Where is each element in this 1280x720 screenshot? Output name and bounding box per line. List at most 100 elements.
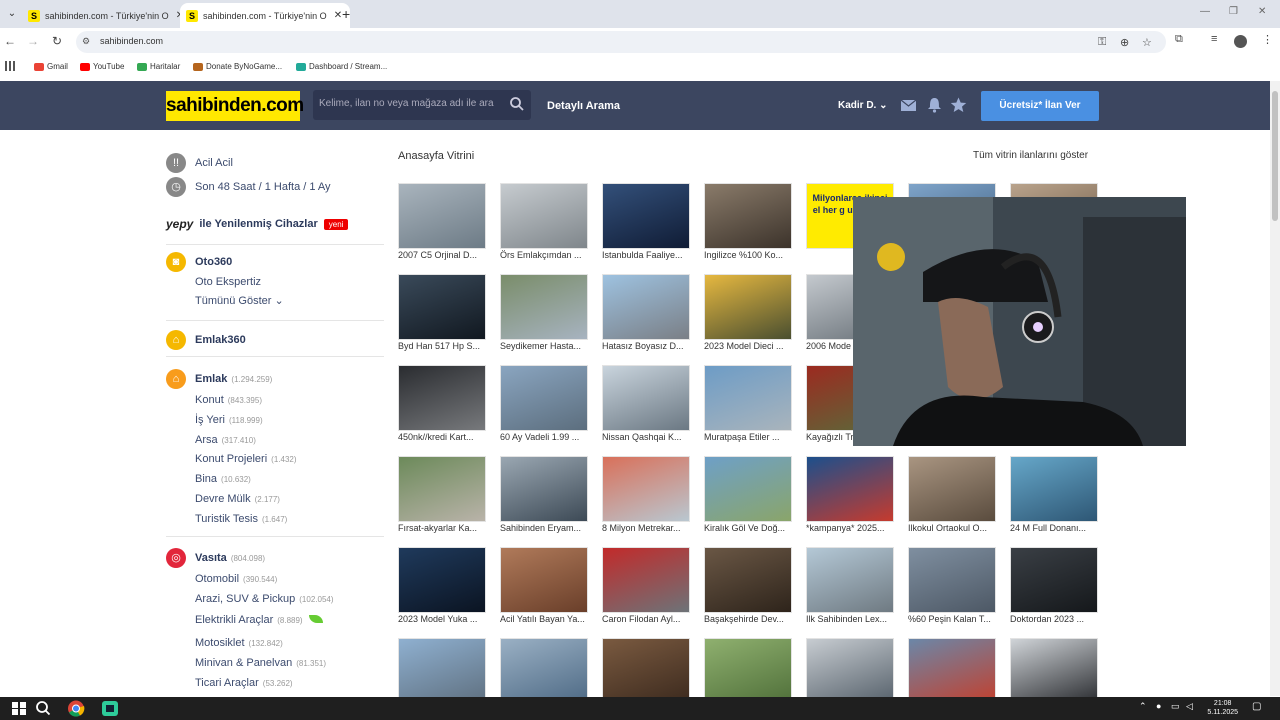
site-logo[interactable]: sahibinden.com <box>166 91 304 121</box>
listing-card[interactable]: 60 Ay Vadeli 1.99 ... <box>500 365 588 445</box>
listing-card[interactable]: Muratpaşa Etiler ... <box>704 365 792 445</box>
listing-thumbnail[interactable] <box>908 547 996 613</box>
extensions-icon[interactable]: ⧉ <box>1175 33 1183 46</box>
volume-icon[interactable]: ◁ <box>1186 701 1193 712</box>
browser-tab[interactable]: S sahibinden.com - Türkiye'nin O ✕ <box>22 3 192 28</box>
subcategory-otomobil[interactable]: Otomobil (390.544) <box>195 573 277 585</box>
listing-thumbnail[interactable] <box>602 274 690 340</box>
listing-thumbnail[interactable] <box>1010 456 1098 522</box>
bookmark-maps[interactable]: Haritalar <box>137 62 180 71</box>
bookmark-gmail[interactable]: Gmail <box>34 62 68 71</box>
category-vasita[interactable]: ◎ Vasıta (804.098) <box>166 548 265 568</box>
listing-caption[interactable]: Başakşehirde Dev... <box>704 614 798 624</box>
listing-card[interactable]: %60 Peşin Kalan T... <box>908 547 996 627</box>
listing-thumbnail[interactable] <box>1010 638 1098 704</box>
emlak360-link[interactable]: ⌂ Emlak360 <box>166 330 246 350</box>
chrome-icon[interactable] <box>67 700 85 717</box>
subcategory-minivan[interactable]: Minivan & Panelvan (81.351) <box>195 657 326 669</box>
post-listing-button[interactable]: Ücretsiz* İlan Ver <box>981 91 1099 121</box>
mail-icon[interactable] <box>900 97 917 113</box>
listing-caption[interactable]: Acil Yatılı Bayan Ya... <box>500 614 594 624</box>
browser-tab-active[interactable]: S sahibinden.com - Türkiye'nin O ✕ <box>180 3 350 28</box>
subcategory-konut[interactable]: Konut (843.395) <box>195 394 262 406</box>
subcategory-motosiklet[interactable]: Motosiklet (132.842) <box>195 637 283 649</box>
password-key-icon[interactable]: ⚿ <box>1098 36 1106 49</box>
listing-caption[interactable]: *kampanya* 2025... <box>806 523 900 533</box>
listing-card[interactable]: Nissan Qashqai K... <box>602 365 690 445</box>
subcategory-ticari[interactable]: Ticari Araçlar (53.262) <box>195 677 293 689</box>
media-icon[interactable]: ≡ <box>1211 33 1217 45</box>
network-icon[interactable]: ▭ <box>1171 701 1180 712</box>
bookmark-dashboard[interactable]: Dashboard / Stream... <box>296 62 387 71</box>
listing-card[interactable]: 450nk//kredi Kart... <box>398 365 486 445</box>
listing-thumbnail[interactable] <box>398 274 486 340</box>
recent-link[interactable]: ◷ Son 48 Saat / 1 Hafta / 1 Ay <box>166 177 331 197</box>
listing-card[interactable]: 2023 Model Yuka ... <box>398 547 486 627</box>
listing-thumbnail[interactable] <box>602 638 690 704</box>
listing-card[interactable]: Seydikemer Hasta... <box>500 274 588 354</box>
listing-thumbnail[interactable] <box>500 638 588 704</box>
microphone-icon[interactable]: ● <box>1156 701 1161 711</box>
listing-thumbnail[interactable] <box>398 456 486 522</box>
taskbar-clock[interactable]: 21:08 5.11.2025 <box>1207 699 1238 717</box>
apps-grid-icon[interactable] <box>5 61 15 71</box>
listing-thumbnail[interactable] <box>602 456 690 522</box>
listing-thumbnail[interactable] <box>398 365 486 431</box>
listing-caption[interactable]: Örs Emlakçımdan ... <box>500 250 594 260</box>
listing-thumbnail[interactable] <box>602 365 690 431</box>
subcategory-turistik-tesis[interactable]: Turistik Tesis (1.647) <box>195 513 287 525</box>
bookmark-star-icon[interactable]: ☆ <box>1142 36 1152 49</box>
listing-caption[interactable]: 2023 Model Dieci ... <box>704 341 798 351</box>
tray-chevron-icon[interactable]: ⌃ <box>1139 701 1147 712</box>
listing-card[interactable]: 24 M Full Donanı... <box>1010 456 1098 536</box>
listing-caption[interactable]: 60 Ay Vadeli 1.99 ... <box>500 432 594 442</box>
listing-card[interactable]: *kampanya* 2025... <box>806 456 894 536</box>
minimize-icon[interactable]: — <box>1200 6 1210 17</box>
listing-thumbnail[interactable] <box>704 274 792 340</box>
listing-caption[interactable]: 8 Milyon Metrekar... <box>602 523 696 533</box>
listing-caption[interactable]: Byd Han 517 Hp S... <box>398 341 492 351</box>
listing-thumbnail[interactable] <box>398 183 486 249</box>
listing-caption[interactable]: %60 Peşin Kalan T... <box>908 614 1002 624</box>
listing-caption[interactable]: 2007 C5 Orjinal D... <box>398 250 492 260</box>
listing-card[interactable]: Sahibinden Eryam... <box>500 456 588 536</box>
listing-caption[interactable]: Sahibinden Eryam... <box>500 523 594 533</box>
listing-caption[interactable]: Ilkokul Ortaokul O... <box>908 523 1002 533</box>
listing-thumbnail[interactable] <box>806 547 894 613</box>
star-favorites-icon[interactable] <box>950 97 967 113</box>
listing-thumbnail[interactable] <box>704 183 792 249</box>
back-icon[interactable]: ← <box>2 34 18 48</box>
listing-card[interactable]: Doktordan 2023 ... <box>1010 547 1098 627</box>
listing-thumbnail[interactable] <box>704 638 792 704</box>
listing-card[interactable]: Örs Emlakçımdan ... <box>500 183 588 263</box>
see-all-showcase-link[interactable]: Tüm vitrin ilanlarını göster <box>973 150 1088 161</box>
subcategory-arsa[interactable]: Arsa (317.410) <box>195 434 256 446</box>
listing-caption[interactable]: Fırsat-akyarlar Ka... <box>398 523 492 533</box>
listing-caption[interactable]: Ingilizce %100 Ko... <box>704 250 798 260</box>
windows-start-icon[interactable] <box>10 700 28 717</box>
new-tab-icon[interactable]: + <box>342 6 350 22</box>
category-emlak[interactable]: ⌂ Emlak (1.294.259) <box>166 369 272 389</box>
address-bar[interactable]: ⚙ sahibinden.com ⚿ ⊕ ☆ <box>76 31 1166 53</box>
listing-thumbnail[interactable] <box>806 456 894 522</box>
reload-icon[interactable]: ↻ <box>49 34 65 48</box>
listing-caption[interactable]: Nissan Qashqai K... <box>602 432 696 442</box>
listing-card[interactable]: Caron Filodan Ayl... <box>602 547 690 627</box>
listing-caption[interactable]: Doktordan 2023 ... <box>1010 614 1104 624</box>
search-input[interactable] <box>319 98 499 109</box>
listing-caption[interactable]: Ilk Sahibinden Lex... <box>806 614 900 624</box>
notification-icon[interactable]: ▢ <box>1252 701 1261 712</box>
subcategory-konut-projeleri[interactable]: Konut Projeleri (1.432) <box>195 453 297 465</box>
listing-thumbnail[interactable] <box>500 274 588 340</box>
listing-caption[interactable]: Hatasız Boyasız D... <box>602 341 696 351</box>
listing-thumbnail[interactable] <box>602 547 690 613</box>
listing-thumbnail[interactable] <box>704 547 792 613</box>
user-menu[interactable]: Kadir D. ⌄ <box>838 100 888 111</box>
zoom-icon[interactable]: ⊕ <box>1120 36 1129 49</box>
listing-caption[interactable]: Istanbulda Faaliye... <box>602 250 696 260</box>
search-icon[interactable] <box>509 96 525 112</box>
show-all-link[interactable]: Tümünü Göster ⌄ <box>195 294 284 307</box>
listing-thumbnail[interactable] <box>500 547 588 613</box>
maximize-icon[interactable]: ❐ <box>1229 6 1238 17</box>
listing-card[interactable]: 2007 C5 Orjinal D... <box>398 183 486 263</box>
